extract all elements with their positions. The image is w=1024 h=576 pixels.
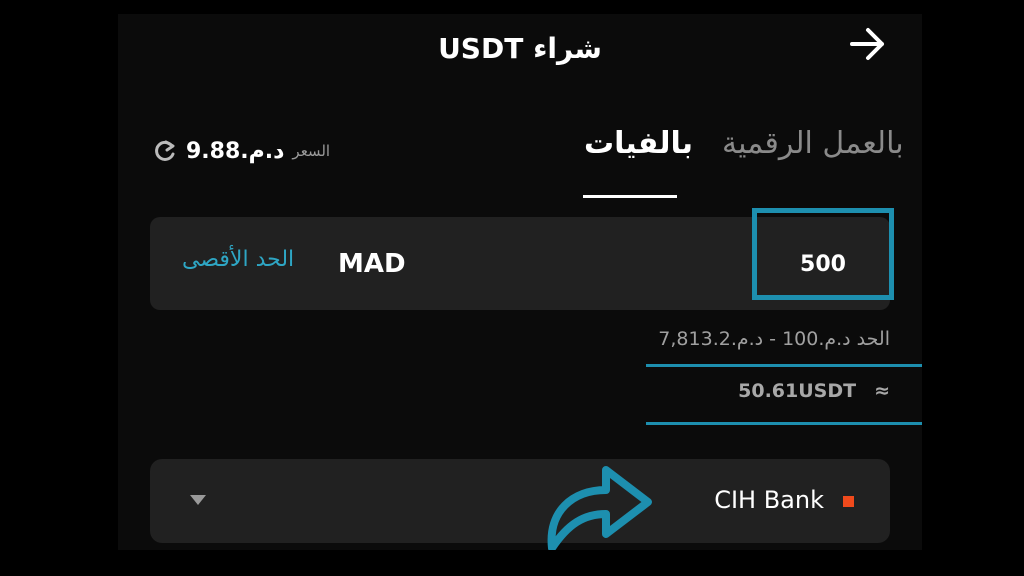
active-tab-indicator xyxy=(583,195,677,198)
bank-name: CIH Bank xyxy=(714,486,824,514)
payment-method-select[interactable]: CIH Bank xyxy=(150,459,890,543)
amount-field-container: الحد الأقصى MAD xyxy=(150,217,890,312)
rate-value: د.م.9.88 xyxy=(186,138,285,164)
bank-indicator-icon xyxy=(843,496,854,507)
estimate-value: 50.61USDT xyxy=(738,380,857,402)
buy-screen: USDT شراء د.م.9.88 السعر بالفيات بالعمل … xyxy=(118,14,922,550)
arrow-right-icon[interactable] xyxy=(848,26,888,62)
max-amount-button[interactable]: الحد الأقصى xyxy=(182,247,294,272)
estimated-amount: 50.61USDT ≈ xyxy=(738,380,890,402)
highlight-line-top xyxy=(646,364,922,367)
page-title: USDT شراء xyxy=(438,32,602,65)
refresh-icon[interactable] xyxy=(152,138,178,164)
highlight-line-bottom xyxy=(646,422,922,425)
approx-symbol: ≈ xyxy=(874,380,890,402)
tab-crypto[interactable]: بالعمل الرقمية xyxy=(722,126,904,161)
dropdown-arrow-icon xyxy=(190,495,206,505)
rate-label: السعر xyxy=(292,142,331,160)
currency-label: MAD xyxy=(338,249,406,279)
amount-input[interactable] xyxy=(756,217,890,312)
tab-fiat[interactable]: بالفيات xyxy=(584,126,693,161)
exchange-rate: د.م.9.88 السعر xyxy=(152,138,330,164)
limit-text: الحد د.م.100 - د.م.7,813.2 xyxy=(658,328,890,350)
